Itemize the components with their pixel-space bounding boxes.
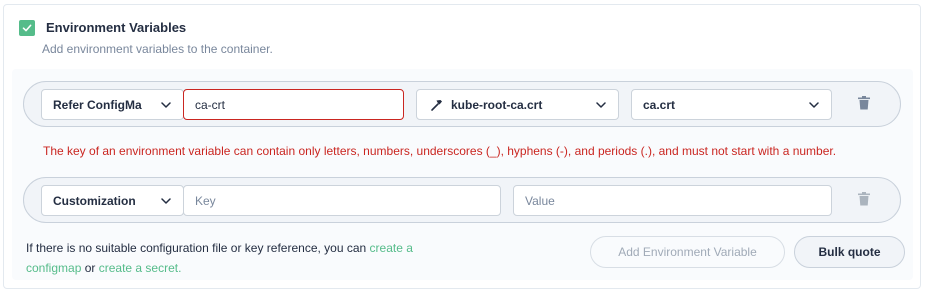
value-input[interactable]: Value [513, 185, 832, 216]
env-row: Refer ConfigMa ca-crt kube-root-ca.crt c… [23, 81, 901, 127]
source-select[interactable]: kube-root-ca.crt [416, 89, 619, 120]
type-select[interactable]: Customization [41, 185, 184, 216]
section-subtitle: Add environment variables to the contain… [42, 42, 273, 56]
chevron-down-icon [596, 102, 606, 108]
section-header: Environment Variables Add environment va… [19, 19, 899, 59]
enable-env-checkbox[interactable] [19, 20, 35, 36]
value-input-placeholder: Value [525, 194, 555, 208]
type-select[interactable]: Refer ConfigMa [41, 89, 184, 120]
source-key-select-value: ca.crt [643, 98, 676, 112]
env-row: Customization Key Value [23, 177, 901, 223]
chevron-down-icon [809, 102, 819, 108]
key-input[interactable]: Key [183, 185, 501, 216]
help-text-or: or [81, 261, 99, 275]
chevron-down-icon [161, 198, 171, 204]
bulk-quote-button[interactable]: Bulk quote [794, 236, 905, 268]
hammer-icon [431, 100, 442, 111]
environment-variables-panel: Environment Variables Add environment va… [3, 4, 921, 289]
validation-error: The key of an environment variable can c… [43, 144, 837, 158]
add-environment-variable-button[interactable]: Add Environment Variable [590, 236, 785, 268]
source-key-select[interactable]: ca.crt [631, 89, 832, 120]
type-select-value: Customization [53, 194, 136, 208]
chevron-down-icon [161, 102, 171, 108]
help-text-before: If there is no suitable configuration fi… [26, 241, 370, 255]
env-list: Refer ConfigMa ca-crt kube-root-ca.crt c… [12, 69, 913, 280]
checkmark-icon [22, 24, 32, 32]
key-input[interactable]: ca-crt [183, 89, 404, 120]
help-text: If there is no suitable configuration fi… [26, 238, 466, 278]
create-secret-link[interactable]: create a secret. [99, 261, 182, 275]
trash-icon[interactable] [858, 192, 870, 206]
trash-icon[interactable] [858, 96, 870, 110]
source-select-value: kube-root-ca.crt [451, 98, 543, 112]
type-select-value: Refer ConfigMa [53, 98, 142, 112]
key-input-placeholder: Key [195, 194, 216, 208]
key-input-value: ca-crt [195, 98, 225, 112]
section-title: Environment Variables [46, 20, 187, 35]
